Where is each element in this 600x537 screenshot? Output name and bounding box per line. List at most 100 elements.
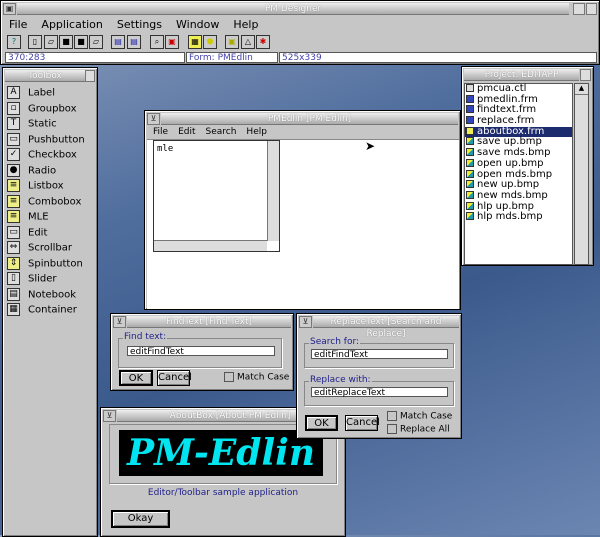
toolbox-window: Toolbox A Label ▫ Groupbox T Static ▭ Pushbu… <box>2 67 98 537</box>
checkbox-icon: ✓ <box>7 148 20 161</box>
bitmap-file-icon <box>466 201 474 210</box>
tool-groupbox[interactable]: ▫ Groupbox <box>7 101 97 117</box>
tool-listbox[interactable]: ≡ Listbox <box>7 179 97 194</box>
radio-icon: ● <box>7 163 20 177</box>
save-all-icon[interactable]: ■ <box>74 35 88 49</box>
maximize-button[interactable] <box>586 3 597 15</box>
form-file-icon <box>466 105 474 114</box>
project-file-list[interactable]: pmcua.ctl pmedlin.frm findtext.frm repla… <box>464 83 573 265</box>
pmedlin-title: PMEdlin [PM Edlin] <box>161 113 458 125</box>
tool-pushbutton[interactable]: ▭ Pushbutton <box>7 132 97 148</box>
mouse-cursor-icon: ➤ <box>365 139 376 153</box>
container-icon: ▦ <box>7 303 20 316</box>
shape-icon[interactable]: ⬢ <box>203 35 217 49</box>
minimize-button[interactable] <box>573 3 585 15</box>
restore-button[interactable] <box>85 70 95 82</box>
system-menu-icon[interactable]: ▣ <box>3 3 16 15</box>
tool-label[interactable]: A Label <box>7 86 97 101</box>
bug-icon[interactable]: ✱ <box>256 35 270 49</box>
system-menu-icon[interactable]: ⊻ <box>147 113 160 125</box>
menu-search[interactable]: Search <box>206 127 237 137</box>
replacetext-dialog: ⊻ ReplaceText [Search and Replace] Searc… <box>296 313 462 439</box>
window-icon[interactable]: ▤ <box>111 35 125 49</box>
replace-icon[interactable]: ▣ <box>165 35 179 49</box>
menu-file[interactable]: File <box>9 18 27 31</box>
match-case-checkbox[interactable]: Match Case <box>387 411 452 422</box>
app-title: PM Designer <box>17 3 569 15</box>
notebook-icon: ▤ <box>7 287 20 301</box>
tool-edit[interactable]: ▭ Edit <box>7 225 97 241</box>
help-icon[interactable]: ? <box>7 35 21 49</box>
dialog-icon[interactable]: ▤ <box>127 35 141 49</box>
find-text-field[interactable]: editFindText <box>127 346 275 357</box>
pmedlin-window: ⊻ PMEdlin [PM Edlin] File Edit Search Help … <box>144 110 461 310</box>
status-coords: 370:283 <box>5 52 185 63</box>
file-item[interactable]: hlp mds.bmp <box>465 211 572 223</box>
menu-bar: File Edit Search Help <box>153 127 281 137</box>
tool-slider[interactable]: ▯ Slider <box>7 272 97 287</box>
tool-radio[interactable]: ● Radio <box>7 163 97 179</box>
cancel-button[interactable]: Cancel <box>157 370 192 386</box>
tool-container[interactable]: ▦ Container <box>7 303 97 318</box>
find-icon[interactable]: ⌕ <box>150 35 164 49</box>
tool-spinbutton[interactable]: ⇕ Spinbutton <box>7 256 97 272</box>
restore-button[interactable] <box>580 69 591 81</box>
control-file-icon <box>466 84 474 92</box>
frame-icon[interactable]: ▣ <box>225 35 239 49</box>
replace-all-checkbox[interactable]: Replace All <box>387 424 450 435</box>
tool-static[interactable]: T Static <box>7 117 97 132</box>
menu-edit[interactable]: Edit <box>178 127 195 137</box>
form-file-icon <box>466 126 474 135</box>
project-scrollbar[interactable]: ▲ <box>574 83 589 265</box>
warning-icon[interactable]: △ <box>241 35 255 49</box>
tool-mle[interactable]: ≡ MLE <box>7 210 97 225</box>
tool-notebook[interactable]: ▤ Notebook <box>7 287 97 303</box>
okay-button[interactable]: Okay <box>111 510 170 528</box>
mle-vertical-scrollbar[interactable] <box>267 141 279 241</box>
scroll-up-arrow[interactable]: ▲ <box>575 84 588 95</box>
menu-help[interactable]: Help <box>233 18 258 31</box>
system-menu-icon[interactable]: ⊻ <box>299 316 312 328</box>
menu-application[interactable]: Application <box>41 18 102 31</box>
cube-icon[interactable]: ▦ <box>188 35 202 49</box>
open-icon[interactable]: ▱ <box>44 35 58 49</box>
menu-file[interactable]: File <box>153 127 168 137</box>
spinbutton-icon: ⇕ <box>7 256 20 270</box>
tool-combobox[interactable]: ≡ Combobox <box>7 194 97 210</box>
about-subtitle: Editor/Toolbar sample application <box>147 488 299 498</box>
pm-edlin-logo: PM-Edlin <box>119 430 323 476</box>
system-menu-icon[interactable]: ⊻ <box>113 316 126 328</box>
mle-horizontal-scrollbar[interactable] <box>154 240 267 251</box>
save-as-icon[interactable]: ▱ <box>89 35 103 49</box>
cancel-button[interactable]: Cancel <box>345 415 380 431</box>
menu-window[interactable]: Window <box>176 18 219 31</box>
replace-with-label: Replace with: <box>309 375 372 385</box>
bitmap-file-icon <box>466 212 474 221</box>
scrollbar-icon: ⇔ <box>7 241 20 254</box>
ok-button[interactable]: OK <box>305 415 338 431</box>
form-file-icon <box>466 94 474 103</box>
tool-scrollbar[interactable]: ⇔ Scrollbar <box>7 241 97 256</box>
search-for-field[interactable]: editFindText <box>311 349 448 360</box>
menu-help[interactable]: Help <box>246 127 267 137</box>
project-title: Project: EDITAPP <box>464 69 579 81</box>
project-window: Project: EDITAPP pmcua.ctl pmedlin.frm f… <box>461 66 594 266</box>
checkbox-icon <box>387 424 397 434</box>
label-icon: A <box>7 86 20 99</box>
menu-settings[interactable]: Settings <box>117 18 162 31</box>
slider-icon: ▯ <box>7 272 20 285</box>
mle-textarea[interactable]: mle <box>153 140 280 252</box>
status-form: Form: PMEdlin <box>186 52 278 63</box>
tool-checkbox[interactable]: ✓ Checkbox <box>7 148 97 163</box>
save-icon[interactable]: ■ <box>59 35 73 49</box>
new-icon[interactable]: ▯ <box>28 35 42 49</box>
match-case-checkbox[interactable]: Match Case <box>224 372 289 383</box>
bitmap-file-icon <box>466 158 474 167</box>
combobox-icon: ≡ <box>7 194 20 208</box>
replace-with-field[interactable]: editReplaceText <box>311 387 448 398</box>
pushbutton-icon: ▭ <box>7 132 20 146</box>
system-menu-icon[interactable]: ⊻ <box>103 410 116 422</box>
bitmap-file-icon <box>466 148 474 157</box>
ok-button[interactable]: OK <box>119 370 153 386</box>
findtext-title: FindText [Find Text] <box>127 316 291 328</box>
